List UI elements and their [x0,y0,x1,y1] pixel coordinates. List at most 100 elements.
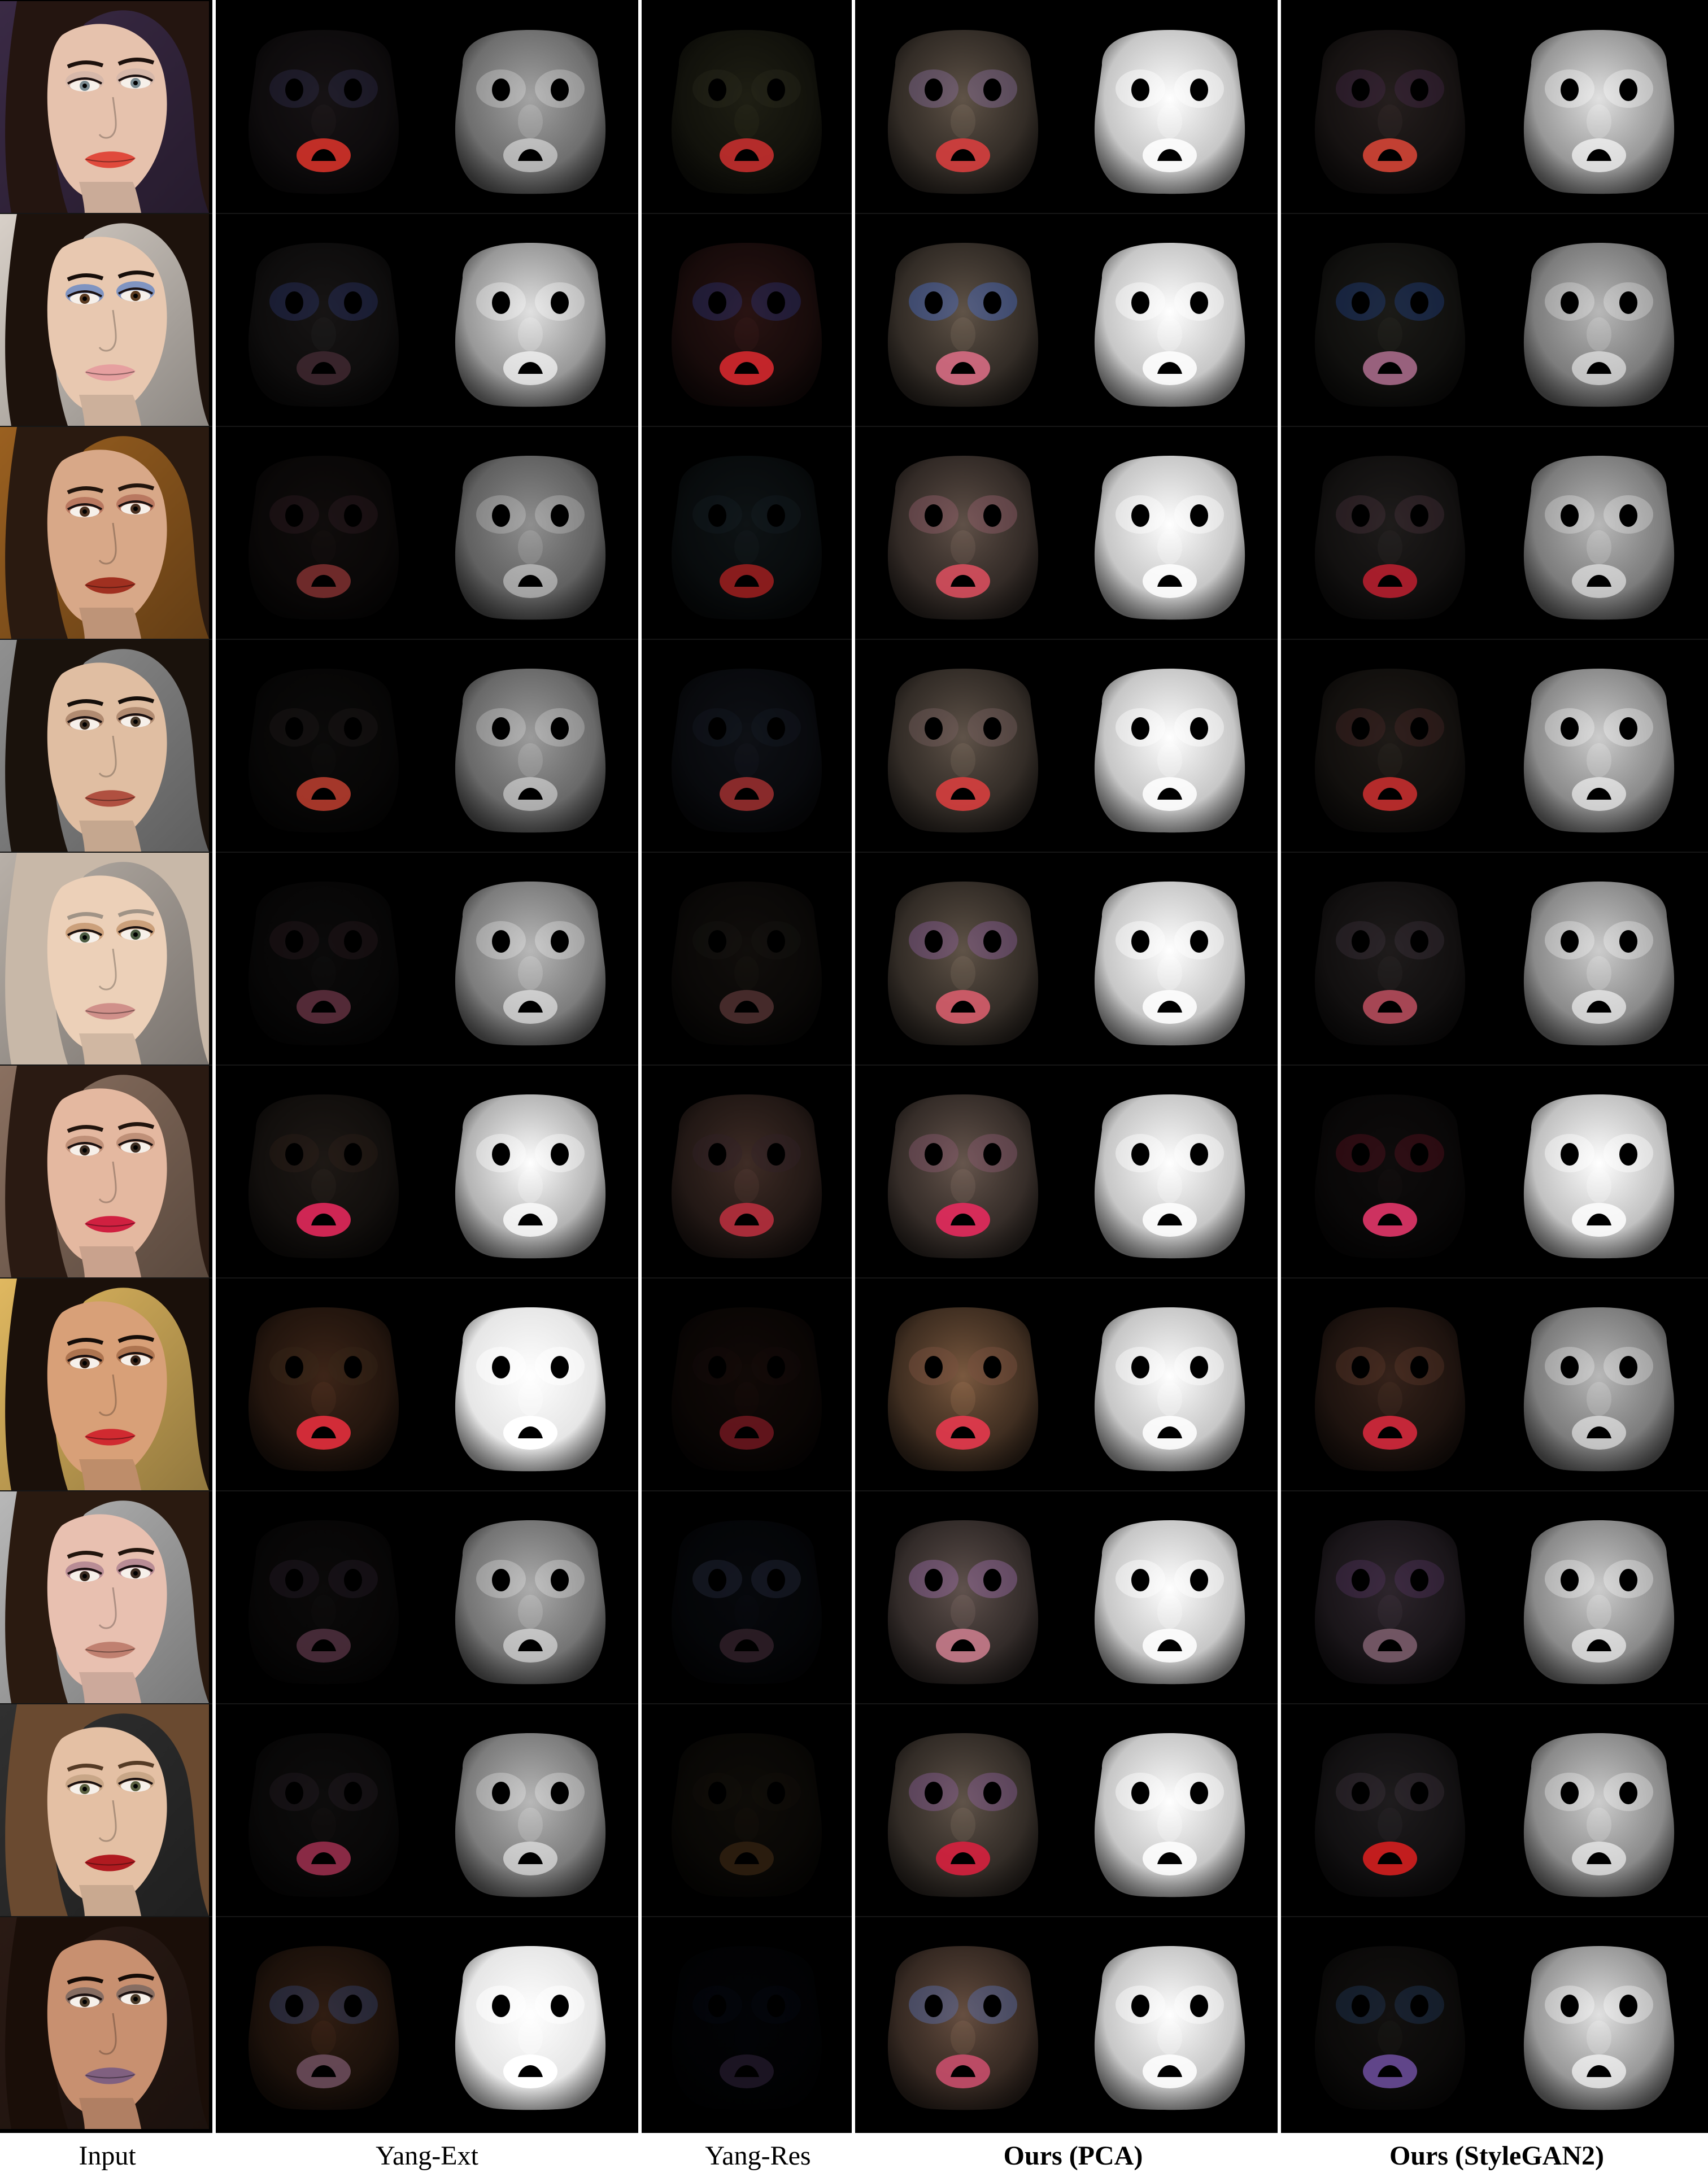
gan-diffuse-face [1314,881,1466,1045]
row-divider [855,639,1278,640]
row-divider [642,1064,852,1066]
yang-res-face [671,1094,822,1258]
gan-specular-face [1523,1945,1675,2110]
pca-diffuse-face [887,29,1039,194]
gan-diffuse-face [1314,1945,1466,2110]
input-photo [0,1279,209,1490]
row-divider [642,426,852,427]
pca-specular-face [1094,1733,1245,1897]
row-divider [642,213,852,214]
ext-specular-face [455,881,606,1045]
row-divider [855,1916,1278,1917]
column-label: Ours (PCA) [1003,2141,1143,2171]
input-photo [0,1491,209,1703]
pca-diffuse-face [887,668,1039,832]
ext-diffuse-face [248,1094,399,1258]
column-label: Yang-Res [705,2141,811,2171]
row-divider [1281,213,1708,214]
gan-specular-face [1523,881,1675,1045]
yang-res-face [671,668,822,832]
row-divider [855,1277,1278,1279]
ext-diffuse-face [248,242,399,407]
row-divider [1281,1064,1708,1066]
gan-specular-face [1523,455,1675,619]
panel-pca [855,0,1278,2133]
gan-diffuse-face [1314,1520,1466,1684]
row-divider [216,1916,638,1917]
row-divider [216,1490,638,1491]
pca-diffuse-face [887,1733,1039,1897]
row-divider [216,213,638,214]
ext-diffuse-face [248,29,399,194]
ext-specular-face [455,242,606,407]
input-photo [0,427,209,639]
pca-diffuse-face [887,455,1039,619]
panel-ext [216,0,638,2133]
row-divider [216,1703,638,1704]
pca-diffuse-face [887,1307,1039,1471]
row-divider [216,852,638,853]
column-label: Ours (StyleGAN2) [1389,2141,1604,2171]
ext-specular-face [455,1733,606,1897]
ext-diffuse-face [248,455,399,619]
panel-res [642,0,852,2133]
row-divider [1281,852,1708,853]
pca-diffuse-face [887,242,1039,407]
row-divider [855,426,1278,427]
pca-specular-face [1094,1520,1245,1684]
gan-diffuse-face [1314,242,1466,407]
yang-res-face [671,29,822,194]
figure: Input Yang-Ext Yang-Res Ours (PCA) Ours (Sty… [0,0,1708,2177]
ext-diffuse-face [248,668,399,832]
ext-specular-face [455,455,606,619]
pca-specular-face [1094,1307,1245,1471]
yang-res-face [671,1307,822,1471]
pca-specular-face [1094,242,1245,407]
gan-specular-face [1523,1307,1675,1471]
row-divider [1281,1703,1708,1704]
row-divider [855,1490,1278,1491]
ext-diffuse-face [248,1307,399,1471]
yang-res-face [671,1520,822,1684]
column-label: Yang-Ext [376,2141,478,2171]
row-divider [216,639,638,640]
input-photo [0,1917,209,2129]
pca-diffuse-face [887,1520,1039,1684]
yang-res-face [671,1733,822,1897]
row-divider [855,213,1278,214]
ext-specular-face [455,1094,606,1258]
gan-specular-face [1523,1520,1675,1684]
input-photo [0,1066,209,1277]
pca-specular-face [1094,1094,1245,1258]
row-divider [642,852,852,853]
ext-specular-face [455,1945,606,2110]
row-divider [1281,1277,1708,1279]
pca-specular-face [1094,881,1245,1045]
ext-diffuse-face [248,881,399,1045]
row-divider [642,1490,852,1491]
pca-specular-face [1094,1945,1245,2110]
row-divider [1281,1916,1708,1917]
gan-diffuse-face [1314,668,1466,832]
gan-diffuse-face [1314,29,1466,194]
input-photo [0,853,209,1064]
input-photo [0,1,209,213]
row-divider [1281,426,1708,427]
row-divider [1281,639,1708,640]
ext-diffuse-face [248,1733,399,1897]
row-divider [855,1703,1278,1704]
ext-specular-face [455,1520,606,1684]
pca-specular-face [1094,455,1245,619]
row-divider [642,639,852,640]
ext-specular-face [455,668,606,832]
pca-specular-face [1094,29,1245,194]
ext-specular-face [455,1307,606,1471]
row-divider [216,1064,638,1066]
row-divider [216,426,638,427]
gan-diffuse-face [1314,1307,1466,1471]
pca-diffuse-face [887,1094,1039,1258]
yang-res-face [671,455,822,619]
input-photo [0,214,209,426]
gan-specular-face [1523,29,1675,194]
row-divider [855,1064,1278,1066]
